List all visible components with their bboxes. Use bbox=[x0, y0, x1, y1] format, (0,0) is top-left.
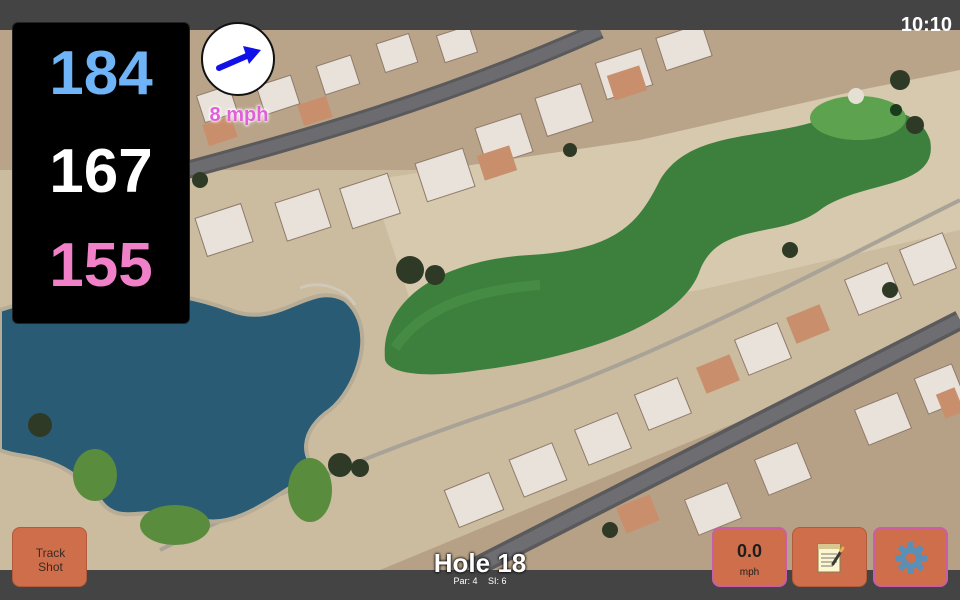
distance-panel: 184 167 155 bbox=[12, 22, 190, 324]
notepad-icon bbox=[817, 543, 845, 573]
wind-speed-label: 8 mph bbox=[209, 104, 269, 126]
arrow-icon bbox=[216, 46, 261, 71]
settings-button[interactable] bbox=[873, 527, 948, 587]
wind-direction-indicator[interactable] bbox=[201, 22, 275, 96]
track-shot-line2: Shot bbox=[38, 560, 63, 574]
hole-si: SI: 6 bbox=[488, 576, 507, 586]
distance-front: 155 bbox=[49, 231, 153, 300]
wind-speed-value: 0.0 bbox=[736, 541, 763, 561]
track-shot-line1: Track bbox=[35, 546, 66, 560]
hole-info: Par: 4 SI: 6 bbox=[380, 576, 580, 586]
distance-middle: 167 bbox=[49, 137, 153, 206]
notes-button[interactable] bbox=[792, 527, 867, 587]
track-shot-button[interactable]: Track Shot bbox=[12, 527, 87, 587]
wind-speed-unit: mph bbox=[739, 567, 760, 578]
track-shot-label: Track Shot bbox=[13, 546, 88, 574]
status-time: 10:10 bbox=[900, 14, 952, 36]
hole-par: Par: 4 bbox=[453, 576, 478, 586]
wind-speed-button[interactable]: 0.0 mph bbox=[712, 527, 787, 587]
hole-title: Hole 18 bbox=[433, 548, 527, 578]
gear-icon bbox=[895, 542, 927, 574]
distance-back: 184 bbox=[49, 39, 153, 108]
